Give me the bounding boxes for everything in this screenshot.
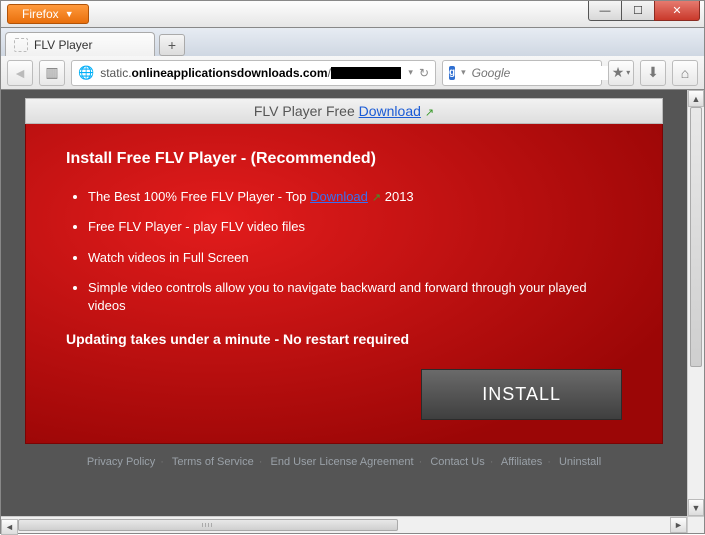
- redacted-path: [331, 67, 401, 79]
- url-text: static.onlineapplicationsdownloads.com/: [100, 66, 402, 80]
- list-item: The Best 100% Free FLV Player - Top Down…: [88, 188, 622, 206]
- home-button[interactable]: ⌂: [672, 60, 698, 86]
- plus-icon: +: [168, 37, 176, 53]
- chevron-down-icon: ▾: [626, 68, 630, 77]
- top-banner-text: FLV Player Free: [254, 103, 359, 119]
- bookmarks-button[interactable]: ★▾: [608, 60, 634, 86]
- address-bar[interactable]: 🌐 static.onlineapplicationsdownloads.com…: [71, 60, 436, 86]
- arrow-left-icon: ◄: [13, 65, 27, 81]
- chevron-down-icon[interactable]: ▾: [461, 67, 466, 78]
- window-titlebar: Firefox ▼ — ☐ ✕: [0, 0, 705, 28]
- promo-subline: Updating takes under a minute - No resta…: [66, 331, 622, 347]
- firefox-menu-button[interactable]: Firefox ▼: [7, 4, 89, 24]
- footer-link[interactable]: Privacy Policy: [87, 456, 155, 468]
- download-arrow-icon: ⬇: [647, 64, 659, 81]
- scrollbar-corner: [687, 516, 704, 533]
- scroll-down-button[interactable]: ▼: [688, 499, 704, 516]
- footer-link[interactable]: Affiliates: [501, 456, 542, 468]
- feature-list: The Best 100% Free FLV Player - Top Down…: [66, 188, 622, 315]
- main-promo-panel: Install Free FLV Player - (Recommended) …: [25, 124, 663, 444]
- scroll-up-button[interactable]: ▲: [688, 90, 704, 107]
- search-bar[interactable]: g ▾: [442, 60, 602, 86]
- back-button[interactable]: ◄: [7, 60, 33, 86]
- scroll-right-button[interactable]: ►: [670, 517, 687, 533]
- inline-download-link[interactable]: Download: [310, 189, 368, 204]
- globe-icon: 🌐: [78, 65, 94, 81]
- tab-active[interactable]: FLV Player: [5, 32, 155, 56]
- horizontal-scrollbar[interactable]: ◄ ►: [1, 516, 687, 533]
- reload-icon[interactable]: ↻: [419, 66, 429, 80]
- downloads-button[interactable]: ⬇: [640, 60, 666, 86]
- firefox-menu-label: Firefox: [22, 7, 59, 21]
- page-content: FLV Player Free Download ↗ Install Free F…: [1, 90, 687, 516]
- list-item: Watch videos in Full Screen: [88, 249, 622, 267]
- list-item: Free FLV Player - play FLV video files: [88, 218, 622, 236]
- external-link-icon: ↗: [425, 107, 434, 119]
- footer-links: Privacy Policy· Terms of Service· End Us…: [25, 444, 663, 480]
- page-icon: ▥: [45, 64, 58, 81]
- scroll-thumb-vertical[interactable]: [690, 107, 702, 367]
- footer-link[interactable]: Terms of Service: [172, 456, 254, 468]
- browser-viewport: FLV Player Free Download ↗ Install Free F…: [0, 90, 705, 534]
- tab-favicon-icon: [14, 38, 28, 52]
- minimize-button[interactable]: —: [588, 1, 622, 21]
- top-download-link[interactable]: Download: [359, 103, 421, 119]
- top-banner: FLV Player Free Download ↗: [25, 98, 663, 124]
- google-icon: g: [449, 66, 455, 80]
- tab-title: FLV Player: [34, 38, 92, 52]
- install-button[interactable]: INSTALL: [421, 369, 622, 420]
- scroll-thumb-horizontal[interactable]: [18, 519, 398, 531]
- search-input[interactable]: [472, 66, 629, 80]
- new-tab-button[interactable]: +: [159, 34, 185, 56]
- window-controls: — ☐ ✕: [589, 1, 700, 21]
- chevron-down-icon[interactable]: ▾: [408, 67, 413, 78]
- grip-icon: [202, 523, 214, 527]
- footer-link[interactable]: Uninstall: [559, 456, 601, 468]
- list-item: Simple video controls allow you to navig…: [88, 279, 622, 315]
- promo-heading: Install Free FLV Player - (Recommended): [66, 150, 622, 168]
- navigation-toolbar: ◄ ▥ 🌐 static.onlineapplicationsdownloads…: [0, 56, 705, 90]
- star-icon: ★: [612, 64, 625, 81]
- page-info-button[interactable]: ▥: [39, 60, 65, 86]
- maximize-button[interactable]: ☐: [621, 1, 655, 21]
- tab-strip: FLV Player +: [0, 28, 705, 56]
- close-button[interactable]: ✕: [654, 1, 700, 21]
- footer-link[interactable]: Contact Us: [430, 456, 484, 468]
- chevron-down-icon: ▼: [65, 9, 74, 19]
- external-link-icon: ↗: [372, 192, 381, 204]
- scroll-left-button[interactable]: ◄: [1, 519, 18, 535]
- home-icon: ⌂: [681, 65, 689, 81]
- footer-link[interactable]: End User License Agreement: [270, 456, 413, 468]
- vertical-scrollbar[interactable]: ▲ ▼: [687, 90, 704, 516]
